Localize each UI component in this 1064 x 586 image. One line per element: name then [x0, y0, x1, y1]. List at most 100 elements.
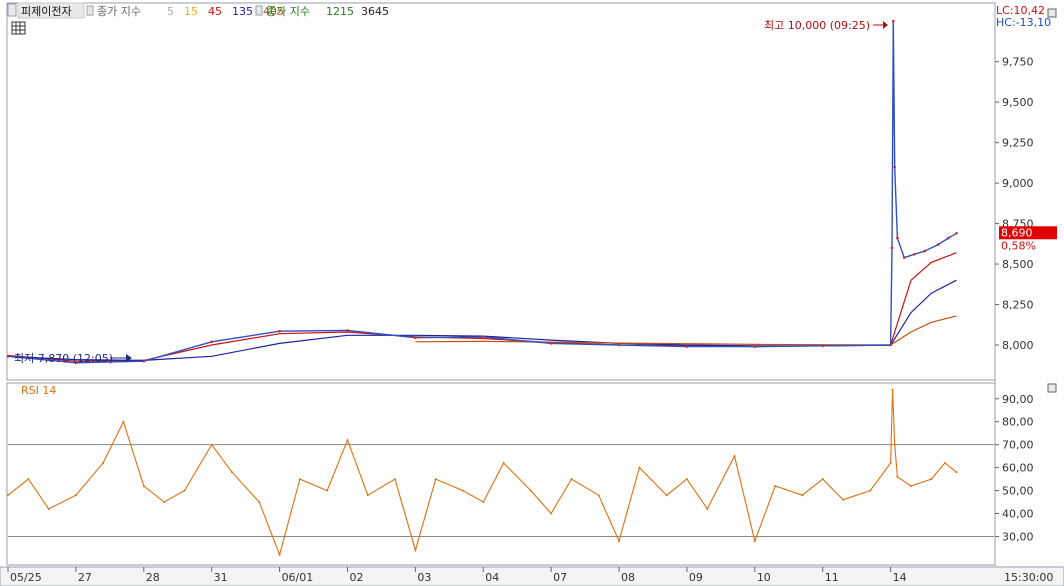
- price-tick-label: 9,250: [1002, 137, 1034, 150]
- price-point: [892, 19, 895, 23]
- rsi-point: [366, 494, 369, 497]
- price-tick-label: 8,000: [1002, 339, 1034, 352]
- price-point: [821, 344, 824, 348]
- price-point: [936, 243, 940, 246]
- rsi-point: [774, 485, 777, 487]
- rsi-point: [893, 443, 896, 446]
- rsi-tick-label: 30,00: [1002, 530, 1034, 543]
- rsi-point: [47, 507, 50, 510]
- chart-canvas: 피제이전자 종가 지수 5 15 45 135 405 종가 지수 1215 3645 L…: [0, 0, 1064, 586]
- rsi-point: [326, 489, 329, 492]
- legend-marker: [255, 5, 263, 16]
- price-ma-period: 15: [184, 5, 198, 18]
- rsi-point: [570, 478, 573, 481]
- rsi-point: [685, 478, 688, 481]
- rsi-point: [930, 478, 933, 481]
- rsi-tick-label: 60,00: [1002, 462, 1034, 475]
- rsi-point: [801, 494, 804, 497]
- rsi-panel-close-icon[interactable]: [1047, 383, 1057, 393]
- panel-selector-handle[interactable]: [7, 3, 17, 17]
- rsi-point: [142, 485, 145, 487]
- price-point: [482, 335, 485, 339]
- rsi-point: [27, 478, 30, 481]
- price-tick-label: 8,250: [1002, 299, 1034, 312]
- rsi-point: [122, 420, 125, 423]
- rsi-point: [394, 478, 396, 481]
- rsi-point: [597, 494, 600, 497]
- date-tick-label: 10: [757, 571, 771, 584]
- rsi-point: [821, 478, 824, 481]
- rsi-point: [943, 462, 946, 464]
- legend-marker: [86, 5, 94, 16]
- rsi-tick-label: 40,00: [1002, 508, 1034, 521]
- price-ma-label: 종가 지수: [97, 5, 141, 18]
- rsi-point: [461, 489, 464, 492]
- price-tick-label: 9,000: [1002, 177, 1034, 190]
- price-point: [947, 236, 950, 240]
- rsi-point: [706, 507, 709, 510]
- rsi-point: [298, 478, 301, 481]
- price-point: [913, 253, 916, 256]
- date-tick-label: 03: [417, 571, 431, 584]
- price-point: [210, 340, 213, 344]
- low-label: 최저 7,870 (12:05): [14, 352, 113, 365]
- date-tick-label: 09: [689, 571, 703, 584]
- rsi-point: [102, 462, 105, 464]
- price-point: [902, 256, 906, 259]
- date-tick-label: 04: [485, 571, 499, 584]
- rsi-point: [163, 501, 166, 503]
- price-point: [549, 342, 553, 345]
- current-change: 0,58%: [1001, 239, 1036, 252]
- date-tick-label: 14: [893, 571, 907, 584]
- current-price: 8,690: [1001, 226, 1033, 239]
- rsi-point: [638, 466, 641, 469]
- rsi-point: [896, 475, 899, 478]
- rsi-point: [74, 494, 77, 497]
- date-tick-label: 02: [349, 571, 363, 584]
- rsi-point: [618, 540, 620, 543]
- price-point: [617, 343, 621, 347]
- rsi-point: [889, 462, 892, 464]
- date-tick-label: 27: [78, 571, 92, 584]
- price-tick-label: 8,500: [1002, 258, 1034, 271]
- date-tick-label: 31: [214, 571, 228, 584]
- price-tick-label: 9,750: [1002, 56, 1034, 69]
- high-annotation: 최고 10,000 (09:25): [764, 19, 888, 32]
- rsi-point: [434, 478, 437, 481]
- rsi-point: [7, 494, 9, 497]
- rsi-point: [414, 549, 417, 552]
- date-tick-label: 08: [621, 571, 635, 584]
- price-ma-period: 5: [167, 5, 174, 18]
- rsi-point: [278, 553, 281, 556]
- rsi-point: [753, 540, 756, 543]
- rsi-tick-label: 70,00: [1002, 439, 1034, 452]
- price-point: [923, 249, 926, 253]
- rsi-point: [210, 443, 213, 446]
- high-label: 최고 10,000 (09:25): [764, 19, 870, 32]
- table-view-icon[interactable]: [11, 21, 26, 35]
- rsi-point: [502, 462, 505, 464]
- rsi-point: [231, 471, 233, 474]
- stock-name: 피제이전자: [21, 5, 72, 18]
- date-tick-label: 28: [146, 571, 160, 584]
- price-ma-period: 135: [232, 5, 253, 18]
- rsi-label: RSI 14: [21, 384, 56, 397]
- date-tick-label: 07: [553, 571, 567, 584]
- date-tick-label: 06/01: [282, 571, 314, 584]
- stock-chart: 피제이전자 종가 지수 5 15 45 135 405 종가 지수 1215 3645 L…: [0, 0, 1064, 586]
- volume-ma-period: 1215: [326, 5, 354, 18]
- rsi-point: [869, 489, 872, 492]
- rsi-point: [842, 498, 845, 501]
- price-panel-close-icon[interactable]: [1047, 8, 1057, 18]
- date-tick-label: 05/25: [10, 571, 42, 584]
- rsi-point: [955, 471, 958, 474]
- price-ma-period: 45: [208, 5, 222, 18]
- rsi-point: [258, 501, 261, 503]
- price-point: [278, 329, 281, 333]
- price-point: [685, 345, 689, 348]
- price-point: [346, 329, 349, 332]
- rsi-point: [529, 489, 532, 492]
- price-tick-label: 9,500: [1002, 96, 1034, 109]
- rsi-point: [183, 489, 186, 492]
- volume-ma-period: 3645: [361, 5, 389, 18]
